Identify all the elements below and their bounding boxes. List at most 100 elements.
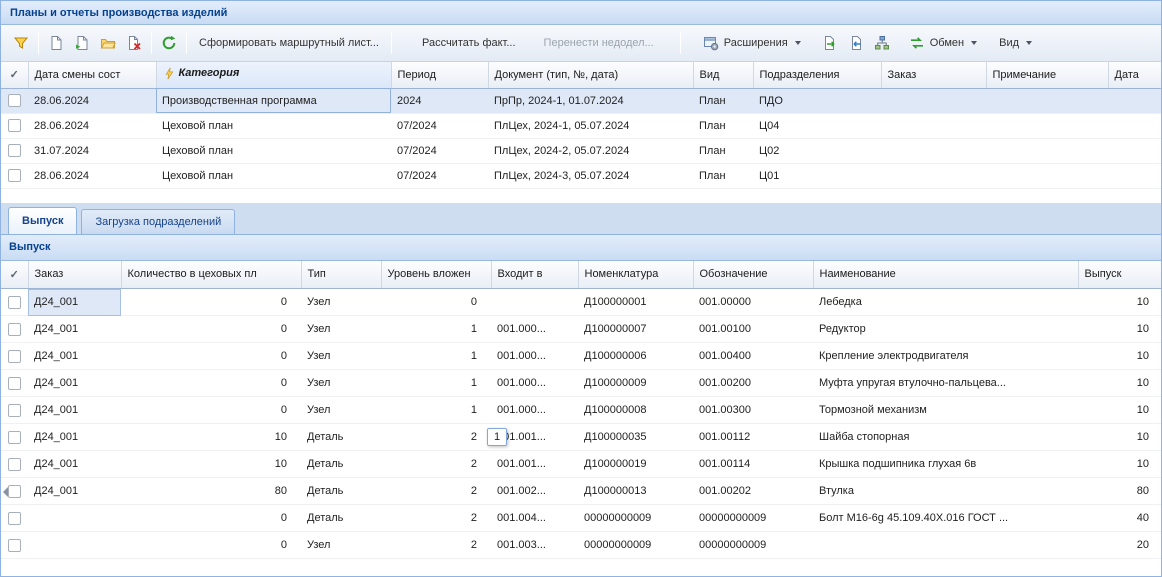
table-cell[interactable] [1108,88,1162,113]
table-cell[interactable]: ПлЦех, 2024-3, 05.07.2024 [488,163,693,188]
table-cell[interactable] [1108,113,1162,138]
tab-department-load[interactable]: Загрузка подразделений [81,209,235,234]
table-cell[interactable]: 10 [121,451,301,478]
table-row[interactable]: 28.06.2024Цеховой план07/2024ПлЦех, 2024… [1,163,1162,188]
column-header-date2[interactable]: Дата [1108,62,1162,88]
table-cell[interactable]: 00000000009 [693,532,813,559]
table-cell[interactable]: 28.06.2024 [28,88,156,113]
table-row[interactable]: Д24_0010Узел1001.000...Д100000007001.001… [1,316,1162,343]
table-row[interactable]: Д24_00110Деталь2001.001...Д100000035001.… [1,424,1162,451]
column-header-order[interactable]: Заказ [28,261,121,289]
table-cell[interactable]: 1 [381,343,491,370]
table-row[interactable]: 0Деталь2001.004...0000000000900000000009… [1,505,1162,532]
table-cell[interactable]: Ц04 [753,113,881,138]
table-cell[interactable]: 10 [1078,397,1162,424]
table-cell[interactable]: Узел [301,343,381,370]
column-header-quantity[interactable]: Количество в цеховых пл [121,261,301,289]
table-cell[interactable]: 001.00100 [693,316,813,343]
table-cell[interactable]: Узел [301,370,381,397]
table-cell[interactable]: Крепление электродвигателя [813,343,1078,370]
table-cell[interactable]: Болт М16-6g 45.109.40Х.016 ГОСТ ... [813,505,1078,532]
table-row[interactable]: 28.06.2024Производственная программа2024… [1,88,1162,113]
extensions-button[interactable]: Расширения [695,30,809,56]
table-cell[interactable]: Деталь [301,451,381,478]
row-checkbox[interactable] [8,539,21,552]
table-cell[interactable]: 001.004... [491,505,578,532]
table-cell[interactable]: 001.003... [491,532,578,559]
table-cell[interactable]: Цеховой план [156,138,391,163]
table-row[interactable]: 31.07.2024Цеховой план07/2024ПлЦех, 2024… [1,138,1162,163]
table-cell[interactable]: Ц01 [753,163,881,188]
row-checkbox[interactable] [8,119,21,132]
table-cell[interactable]: 00000000009 [693,505,813,532]
table-cell[interactable] [1108,138,1162,163]
table-cell[interactable]: Редуктор [813,316,1078,343]
table-cell[interactable]: 28.06.2024 [28,163,156,188]
column-header-date[interactable]: Дата смены сост [28,62,156,88]
column-header-period[interactable]: Период [391,62,488,88]
table-cell[interactable]: Крышка подшипника глухая 6в [813,451,1078,478]
table-cell[interactable]: Д100000008 [578,397,693,424]
table-cell[interactable]: 10 [121,424,301,451]
table-cell[interactable]: 10 [1078,316,1162,343]
table-row[interactable]: Д24_0010Узел1001.000...Д100000009001.002… [1,370,1162,397]
select-all-header[interactable]: ✓ [1,62,28,88]
table-cell[interactable]: Лебедка [813,289,1078,316]
row-checkbox[interactable] [8,404,21,417]
table-cell[interactable]: 10 [1078,370,1162,397]
table-cell[interactable]: 1 [381,316,491,343]
table-cell[interactable]: 2 [381,532,491,559]
table-cell[interactable]: Д24_001 [28,478,121,505]
table-cell[interactable]: Д24_001 [28,343,121,370]
filter-button[interactable] [8,30,34,56]
table-cell[interactable]: 0 [121,343,301,370]
row-checkbox[interactable] [8,377,21,390]
table-cell[interactable]: Тормозной механизм [813,397,1078,424]
table-cell[interactable]: Втулка [813,478,1078,505]
table-cell[interactable]: 2024 [391,88,488,113]
table-cell[interactable]: План [693,163,753,188]
table-row[interactable]: Д24_0010Узел0Д100000001001.00000Лебедка1… [1,289,1162,316]
table-cell[interactable]: Шайба стопорная [813,424,1078,451]
table-cell[interactable] [1108,163,1162,188]
column-header-type[interactable]: Тип [301,261,381,289]
table-cell[interactable]: 80 [121,478,301,505]
table-cell[interactable]: 001.00202 [693,478,813,505]
panel-collapse-handle[interactable] [1,481,9,503]
table-cell[interactable]: Деталь [301,478,381,505]
table-row[interactable]: Д24_0010Узел1001.000...Д100000006001.004… [1,343,1162,370]
row-checkbox[interactable] [8,144,21,157]
table-cell[interactable]: 001.00200 [693,370,813,397]
table-cell[interactable]: 2 [381,478,491,505]
table-cell[interactable]: 0 [121,289,301,316]
row-checkbox[interactable] [8,431,21,444]
table-cell[interactable] [813,532,1078,559]
column-header-document[interactable]: Документ (тип, №, дата) [488,62,693,88]
table-cell[interactable] [881,163,986,188]
table-cell[interactable]: 00000000009 [578,505,693,532]
table-cell[interactable]: Производственная программа [156,88,391,113]
column-header-note[interactable]: Примечание [986,62,1108,88]
table-cell[interactable]: Д24_001 [28,370,121,397]
table-row[interactable]: 0Узел2001.003...000000000090000000000920 [1,532,1162,559]
table-cell[interactable]: Деталь [301,424,381,451]
table-cell[interactable]: 001.001... [491,451,578,478]
table-cell[interactable]: ПрПр, 2024-1, 01.07.2024 [488,88,693,113]
table-cell[interactable]: ПДО [753,88,881,113]
table-cell[interactable] [986,138,1108,163]
table-cell[interactable]: Д100000007 [578,316,693,343]
table-cell[interactable]: Д100000009 [578,370,693,397]
table-cell[interactable]: 0 [121,532,301,559]
table-cell[interactable]: Д100000006 [578,343,693,370]
table-cell[interactable]: Узел [301,289,381,316]
tab-output[interactable]: Выпуск [8,207,77,234]
exchange-button[interactable]: Обмен [901,30,985,56]
table-cell[interactable]: 001.00300 [693,397,813,424]
table-cell[interactable]: Д24_001 [28,289,121,316]
table-cell[interactable]: План [693,88,753,113]
table-cell[interactable]: Д100000035 [578,424,693,451]
column-header-departments[interactable]: Подразделения [753,62,881,88]
export-button[interactable] [817,30,843,56]
table-cell[interactable]: ПлЦех, 2024-2, 05.07.2024 [488,138,693,163]
table-row[interactable]: Д24_00110Деталь2001.001...Д100000019001.… [1,451,1162,478]
